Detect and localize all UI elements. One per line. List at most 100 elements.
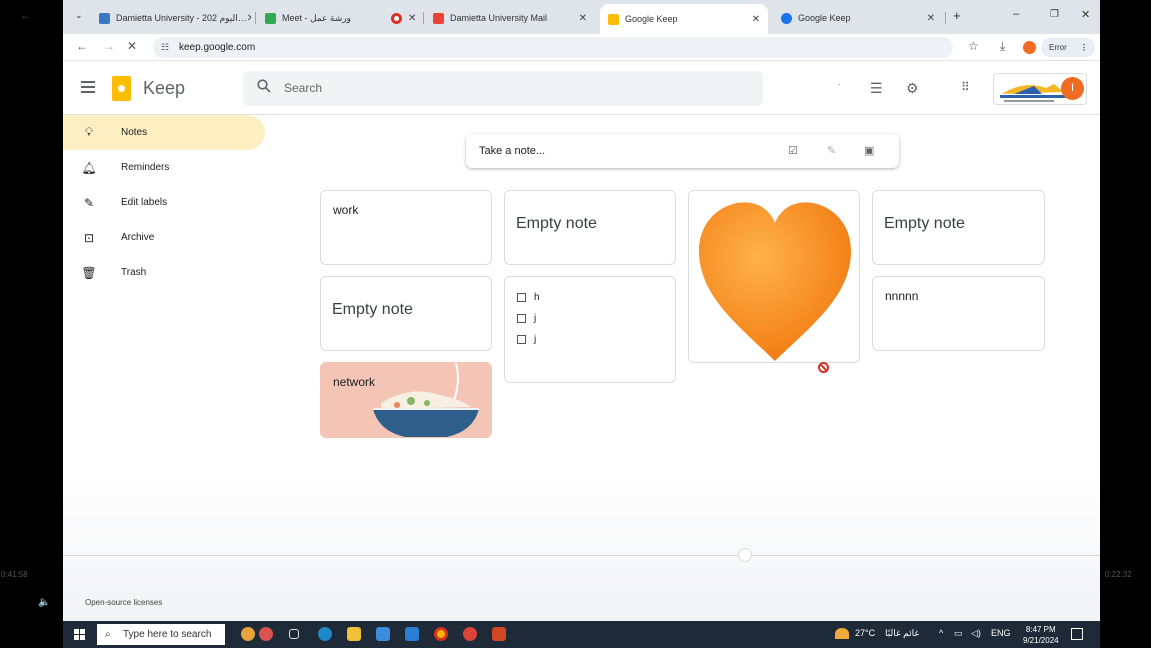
sidebar-item-label: Notes: [121, 127, 148, 138]
close-icon[interactable]: ✕: [247, 13, 251, 24]
note-empty[interactable]: Empty note: [872, 190, 1045, 265]
note-title: work: [333, 203, 359, 217]
app-title[interactable]: Keep: [143, 78, 185, 99]
sidebar-item-notes[interactable]: 💡︎ Notes: [63, 115, 265, 150]
download-icon[interactable]: ⤓: [1000, 39, 1005, 54]
avatar[interactable]: I: [1061, 77, 1084, 100]
tray-chevron-icon[interactable]: ^: [939, 628, 943, 638]
keep-logo-icon[interactable]: [112, 76, 131, 101]
store-icon[interactable]: [376, 627, 390, 641]
new-tab-button[interactable]: +: [953, 8, 961, 23]
tab-recording[interactable]: ✕: [383, 6, 421, 30]
take-note-input[interactable]: Take a note...: [479, 145, 545, 157]
back-arrow-icon[interactable]: ←: [20, 8, 32, 22]
file-explorer-icon[interactable]: [347, 627, 361, 641]
chrome-profile-icon[interactable]: [463, 627, 477, 641]
windows-start-icon[interactable]: [74, 629, 85, 640]
back-icon[interactable]: ←: [76, 39, 88, 53]
sidebar-item-label: Reminders: [121, 162, 170, 173]
tab-title: Google Keep: [798, 13, 851, 23]
error-button[interactable]: Error ⋮: [1041, 38, 1095, 57]
taskbar-search-input[interactable]: Type here to search: [123, 629, 211, 640]
tab-meet[interactable]: Meet - ورشة عمل: [257, 6, 377, 30]
star-icon[interactable]: ☆: [968, 39, 979, 53]
menu-kebab-icon: ⋮: [1080, 43, 1088, 52]
sidebar-item-reminders[interactable]: 🔔︎ Reminders: [63, 150, 265, 185]
take-note-bar[interactable]: Take a note... ☑ ✎ ▣: [466, 134, 899, 168]
tab-search-dropdown-icon[interactable]: ⌄: [75, 10, 83, 21]
minimize-icon[interactable]: –: [1013, 8, 1019, 20]
site-info-icon[interactable]: ☷: [161, 37, 169, 58]
new-list-checkbox-icon[interactable]: ☑: [788, 144, 798, 157]
sidebar-item-edit-labels[interactable]: ✎ Edit labels: [63, 185, 265, 220]
list-view-icon[interactable]: ☰: [870, 80, 883, 97]
close-icon[interactable]: ✕: [579, 13, 587, 24]
powerpoint-icon[interactable]: [492, 627, 506, 641]
edge-icon[interactable]: [318, 627, 332, 641]
sidebar-item-archive[interactable]: ⊡ Archive: [63, 220, 265, 255]
video-progress-handle[interactable]: [738, 548, 752, 562]
settings-gear-icon[interactable]: ⚙: [906, 80, 919, 97]
checklist-item[interactable]: j: [517, 308, 540, 329]
forward-icon[interactable]: →: [103, 39, 115, 53]
new-image-icon[interactable]: ▣: [864, 144, 874, 157]
volume-icon[interactable]: 🔈: [38, 597, 50, 608]
note-empty[interactable]: Empty note: [320, 276, 492, 351]
note-empty[interactable]: Empty note: [504, 190, 676, 265]
tab-mail[interactable]: Damietta University Mail ✕: [425, 6, 595, 30]
weather-icon[interactable]: [835, 628, 849, 639]
tab-keep-active[interactable]: Google Keep ✕: [600, 4, 768, 34]
note-network[interactable]: network: [320, 362, 492, 438]
url-text: keep.google.com: [179, 42, 256, 53]
language-indicator[interactable]: ENG: [991, 628, 1011, 638]
taskbar-search[interactable]: ⌕ Type here to search: [97, 624, 225, 645]
speaker-icon[interactable]: ◁): [971, 628, 981, 639]
checkbox-icon[interactable]: [517, 293, 526, 302]
window-close-icon[interactable]: ✕: [1081, 8, 1090, 21]
note-checklist[interactable]: h j j: [504, 276, 676, 383]
sidebar-item-label: Edit labels: [121, 197, 168, 208]
taskbar-clock[interactable]: 8:47 PM 9/21/2024: [1023, 624, 1059, 646]
mail-icon[interactable]: [405, 627, 419, 641]
weather-temp[interactable]: 27°C: [855, 628, 875, 638]
video-progress-track[interactable]: [63, 555, 1100, 556]
tab-damietta[interactable]: Damietta University - اليوم 202… ✕: [91, 6, 251, 30]
time-remaining: 0:22:32: [1105, 570, 1132, 579]
task-view-icon[interactable]: [289, 629, 299, 639]
network-icon[interactable]: ▭: [954, 628, 963, 639]
heart-image: [699, 202, 851, 361]
keep-header: Keep Search · ☰ ⚙ ⠿ I: [63, 62, 1100, 115]
search-icon[interactable]: [257, 79, 271, 93]
url-field[interactable]: ☷ keep.google.com: [153, 37, 953, 58]
close-icon[interactable]: ✕: [927, 13, 935, 24]
search-bar[interactable]: Search: [243, 71, 763, 106]
main-menu-icon[interactable]: [81, 81, 95, 96]
profile-icon[interactable]: [1023, 41, 1036, 54]
loading-indicator-icon: ·: [838, 80, 841, 89]
sidebar-item-label: Trash: [121, 267, 147, 278]
checkbox-icon[interactable]: [517, 335, 526, 344]
chrome-icon[interactable]: [434, 627, 448, 641]
notifications-icon[interactable]: [1071, 628, 1083, 640]
note-heart-image[interactable]: [688, 190, 860, 363]
new-drawing-brush-icon[interactable]: ✎: [827, 144, 836, 157]
search-input[interactable]: Search: [284, 81, 322, 95]
video-frame-right: [1100, 0, 1151, 648]
note-nnnnn[interactable]: nnnnn: [872, 276, 1045, 351]
tab-title: Damietta University Mail: [450, 13, 548, 23]
restore-icon[interactable]: ❐: [1050, 9, 1059, 20]
tab-keep-2[interactable]: Google Keep ✕: [773, 6, 943, 30]
stop-icon[interactable]: ✕: [127, 39, 137, 53]
weather-text[interactable]: غائم غالبًا: [885, 628, 919, 639]
widgets-icon[interactable]: [241, 627, 255, 641]
sidebar-item-trash[interactable]: 🗑︎ Trash: [63, 255, 265, 290]
open-source-link[interactable]: Open-source licenses: [85, 598, 162, 607]
close-icon[interactable]: ✕: [752, 14, 760, 25]
close-icon[interactable]: ✕: [408, 13, 416, 24]
apps-grid-icon[interactable]: ⠿: [961, 80, 970, 94]
news-icon[interactable]: [259, 627, 273, 641]
checkbox-icon[interactable]: [517, 314, 526, 323]
checklist-item[interactable]: h: [517, 287, 540, 308]
checklist-item[interactable]: j: [517, 329, 540, 350]
note-work[interactable]: work: [320, 190, 492, 265]
